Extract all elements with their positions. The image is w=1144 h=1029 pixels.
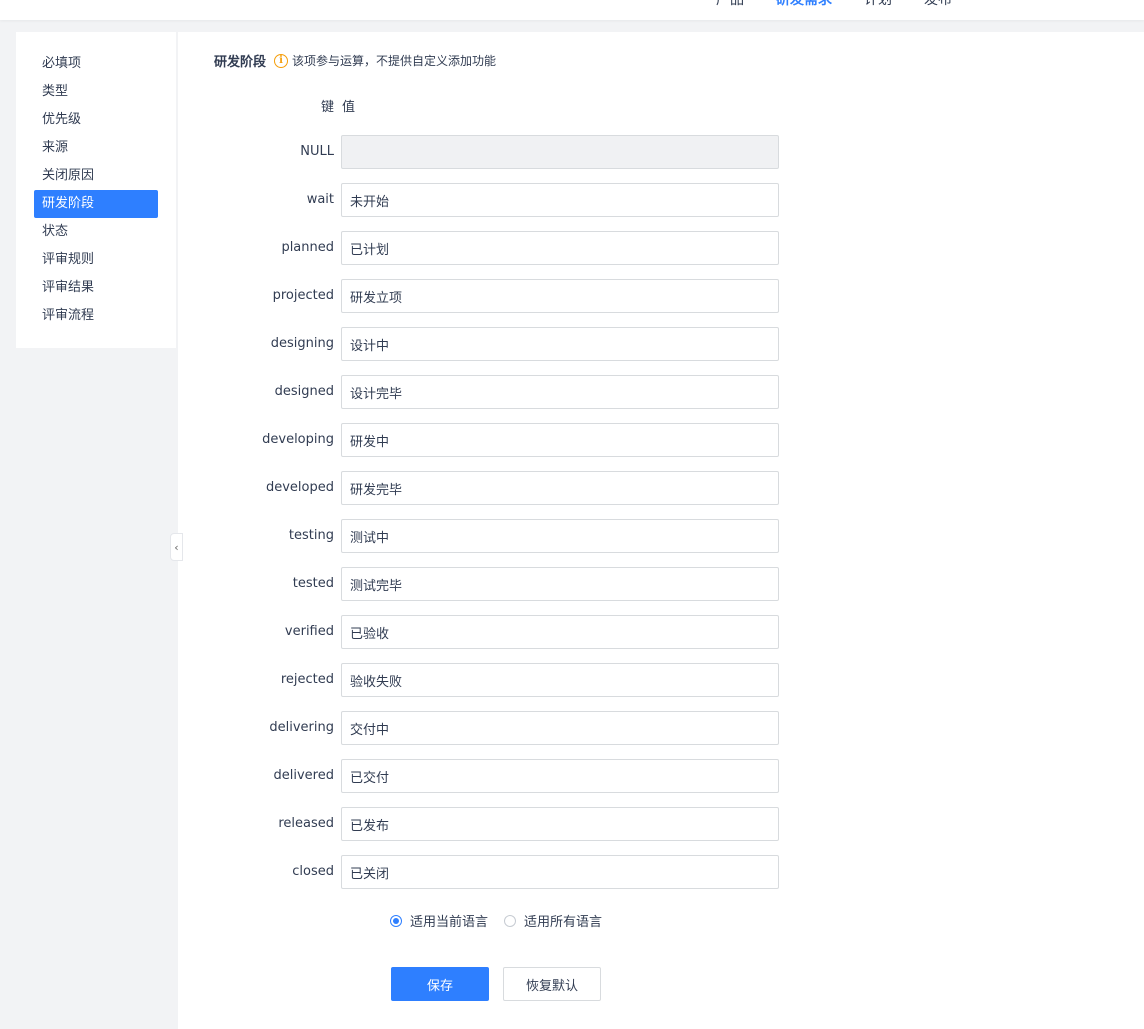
radio-all-languages[interactable]: 适用所有语言 xyxy=(504,911,602,930)
row-value-input[interactable] xyxy=(341,759,779,793)
sidebar-item-review-rules[interactable]: 评审规则 xyxy=(34,246,158,274)
row-key-label: designing xyxy=(270,336,334,351)
row-key-label: delivering xyxy=(269,720,334,735)
row-value-input-disabled xyxy=(341,135,779,169)
row-value-input[interactable] xyxy=(341,663,779,697)
row-value-input[interactable] xyxy=(341,423,779,457)
row-key-label: wait xyxy=(306,192,334,207)
row-value-input[interactable] xyxy=(341,615,779,649)
sidebar-item-review-result[interactable]: 评审结果 xyxy=(34,274,158,302)
row-value-input[interactable] xyxy=(341,855,779,889)
sidebar-item-source[interactable]: 来源 xyxy=(34,134,158,162)
row-key-label: developing xyxy=(262,432,334,447)
top-nav: 产品 研发需求 计划 发布 xyxy=(716,0,984,9)
row-key-label: NULL xyxy=(300,144,334,159)
row-key-label: tested xyxy=(292,576,334,591)
sidebar-item-required[interactable]: 必填项 xyxy=(34,50,158,78)
language-scope: 适用当前语言 适用所有语言 xyxy=(390,911,618,930)
row-value-input[interactable] xyxy=(341,231,779,265)
section-header: 研发阶段 i 该项参与运算，不提供自定义添加功能 xyxy=(214,51,496,70)
radio-label: 适用当前语言 xyxy=(410,915,489,930)
row-key-label: verified xyxy=(284,624,334,639)
row-key-label: developed xyxy=(265,480,334,495)
row-key-label: delivered xyxy=(273,768,334,783)
row-key-label: closed xyxy=(292,864,334,879)
sidebar-item-close-reason[interactable]: 关闭原因 xyxy=(34,162,158,190)
sidebar-item-status[interactable]: 状态 xyxy=(34,218,158,246)
row-key-label: designed xyxy=(274,384,334,399)
settings-sidebar: 必填项 类型 优先级 来源 关闭原因 研发阶段 状态 评审规则 评审结果 评审流… xyxy=(16,32,176,348)
section-hint: 该项参与运算，不提供自定义添加功能 xyxy=(292,54,497,68)
row-value-input[interactable] xyxy=(341,471,779,505)
sidebar-item-stage[interactable]: 研发阶段 xyxy=(34,190,158,218)
top-navbar: 产品 研发需求 计划 发布 xyxy=(0,0,1144,20)
radio-label: 适用所有语言 xyxy=(524,915,603,930)
nav-item-plan[interactable]: 计划 xyxy=(864,0,892,9)
row-value-input[interactable] xyxy=(341,375,779,409)
row-key-label: projected xyxy=(272,288,334,303)
row-value-input[interactable] xyxy=(341,183,779,217)
row-value-input[interactable] xyxy=(341,519,779,553)
row-key-label: planned xyxy=(281,240,334,255)
sidebar-item-type[interactable]: 类型 xyxy=(34,78,158,106)
sidebar-toggle-button[interactable]: ‹ xyxy=(170,533,183,561)
key-column-header: 键 xyxy=(321,100,335,115)
info-icon: i xyxy=(274,53,289,68)
nav-item-release[interactable]: 发布 xyxy=(924,0,952,9)
sidebar-item-review-flow[interactable]: 评审流程 xyxy=(34,302,158,330)
radio-unchecked-icon[interactable] xyxy=(504,914,517,927)
sidebar-item-priority[interactable]: 优先级 xyxy=(34,106,158,134)
section-title: 研发阶段 xyxy=(214,55,267,70)
save-button[interactable]: 保存 xyxy=(391,967,489,1001)
row-value-input[interactable] xyxy=(341,567,779,601)
row-key-label: testing xyxy=(288,528,334,543)
nav-item-requirements[interactable]: 研发需求 xyxy=(776,0,832,9)
value-column-header: 值 xyxy=(342,100,356,115)
reset-default-button[interactable]: 恢复默认 xyxy=(503,967,601,1001)
radio-current-language[interactable]: 适用当前语言 xyxy=(390,911,488,930)
row-value-input[interactable] xyxy=(341,807,779,841)
row-value-input[interactable] xyxy=(341,279,779,313)
row-key-label: rejected xyxy=(280,672,334,687)
row-value-input[interactable] xyxy=(341,711,779,745)
chevron-left-icon: ‹ xyxy=(174,540,179,554)
radio-checked-icon[interactable] xyxy=(390,914,402,927)
nav-item-product[interactable]: 产品 xyxy=(716,0,744,9)
row-value-input[interactable] xyxy=(341,327,779,361)
row-key-label: released xyxy=(278,816,334,831)
